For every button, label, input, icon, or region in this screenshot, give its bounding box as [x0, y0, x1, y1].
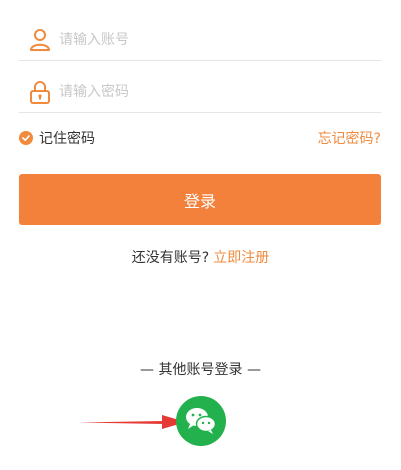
password-input[interactable]: [59, 80, 359, 104]
account-field: [19, 18, 381, 61]
remember-password-label: 记住密码: [39, 131, 95, 147]
register-row: 还没有账号? 立即注册: [0, 247, 401, 267]
wechat-login-button[interactable]: [176, 396, 226, 446]
login-button[interactable]: 登录: [19, 174, 381, 225]
register-prompt: 还没有账号?: [131, 250, 210, 266]
red-arrow-icon: [78, 415, 186, 429]
login-page: 记住密码 忘记密码? 登录 还没有账号?立即注册 — 其他账号登录 —: [0, 0, 401, 470]
register-link[interactable]: 立即注册: [213, 250, 269, 266]
lock-icon: [29, 80, 51, 104]
account-input[interactable]: [59, 28, 359, 52]
wechat-icon: [186, 408, 217, 434]
check-circle-icon: [19, 131, 33, 145]
remember-password-checkbox[interactable]: 记住密码: [19, 128, 95, 148]
forgot-password-link[interactable]: 忘记密码?: [318, 128, 381, 148]
password-field: [19, 70, 381, 113]
other-login-divider: — 其他账号登录 —: [140, 362, 261, 378]
user-icon: [29, 28, 51, 52]
